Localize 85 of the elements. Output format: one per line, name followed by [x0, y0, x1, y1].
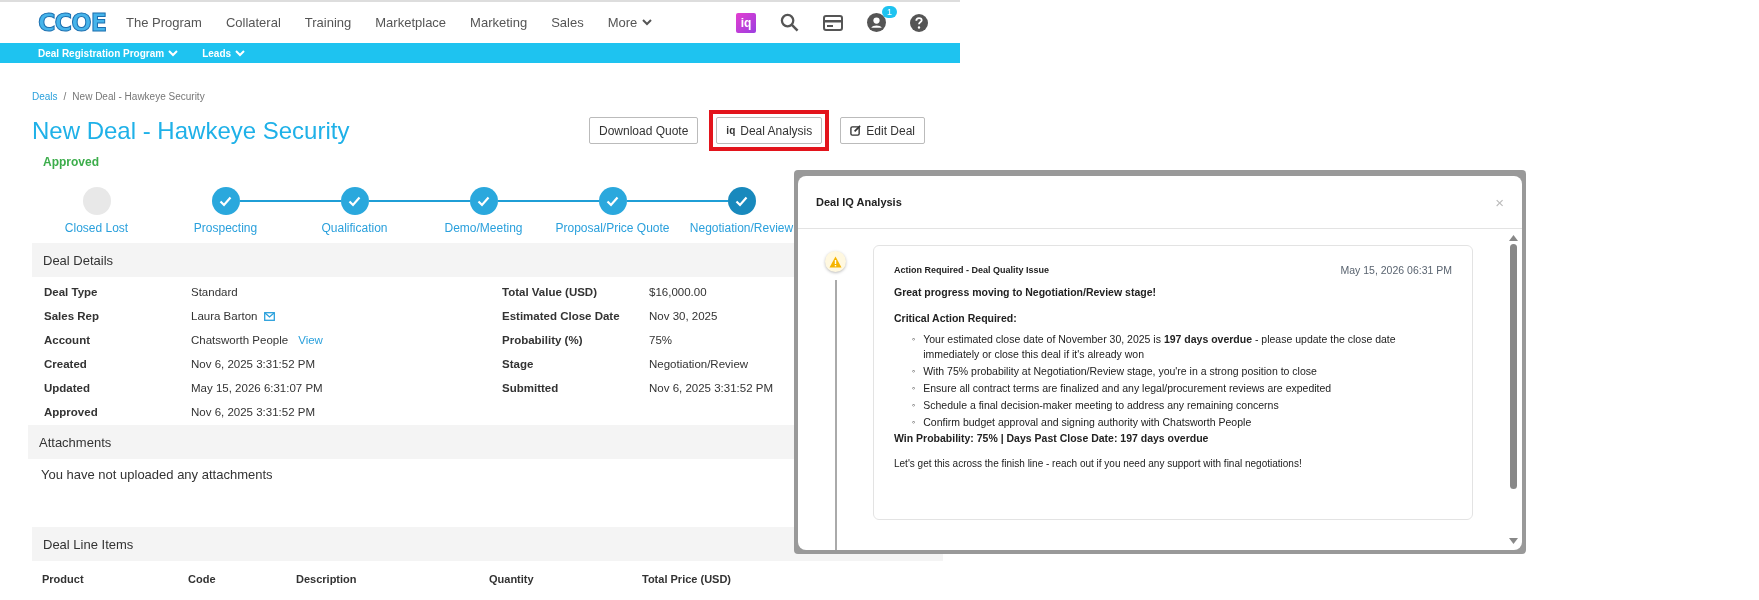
action-item: Ensure all contract terms are finalized and any legal/procurement reviews are expedited	[923, 381, 1332, 396]
check-icon	[735, 195, 748, 207]
field-value: Laura Barton	[191, 309, 258, 323]
stage-label: Prospecting	[193, 221, 258, 235]
action-item: Schedule a final decision-maker meeting to address any remaining concerns	[923, 398, 1279, 413]
field-label: Probability (%)	[502, 333, 584, 347]
status-label: Approved	[43, 155, 100, 169]
stage-label: Negotiation/Review	[689, 221, 794, 235]
column-header: Quantity	[489, 573, 535, 585]
stage-label: Demo/Meeting	[444, 221, 523, 235]
breadcrumb-current: New Deal - Hawkeye Security	[72, 91, 205, 102]
closing-text: Let's get this across the finish line - reach out if you need any support with final negotiations!	[894, 458, 1303, 469]
field-label: Account	[44, 333, 91, 347]
scroll-down-icon[interactable]	[1508, 538, 1518, 544]
warning-icon	[825, 251, 846, 272]
field-value: Nov 6, 2025 3:31:52 PM	[649, 381, 774, 395]
field-label: Stage	[502, 357, 535, 371]
section-heading: Critical Action Required:	[894, 312, 1018, 324]
empty-message: You have not uploaded any attachments	[41, 467, 273, 482]
summary-text: Win Probability: 75% | Days Past Close Date: 197 days overdue	[894, 432, 1210, 444]
greeting-text: Great progress moving to Negotiation/Review stage!	[894, 286, 1157, 298]
field-value: Nov 6, 2025 3:31:52 PM	[191, 357, 316, 371]
help-icon[interactable]	[910, 13, 928, 32]
edit-icon	[850, 125, 862, 136]
action-item: Your estimated close date of November 30, 2025 is 197 days overdue - please update the close date immediately or close this deal if it's already won	[923, 332, 1397, 362]
field-label: Deal Type	[44, 285, 99, 299]
chevron-down-icon	[642, 19, 653, 26]
stage-label: Closed Lost	[64, 221, 129, 235]
scrollbar[interactable]	[1508, 235, 1518, 544]
bullet-marker: ◦	[912, 333, 916, 346]
stage-label: Proposal/Price Quote	[555, 221, 670, 235]
field-value: Chatsworth People	[191, 333, 289, 347]
dialog-title: Deal IQ Analysis	[816, 196, 902, 208]
card-icon[interactable]	[823, 14, 843, 31]
mail-icon[interactable]	[263, 311, 275, 321]
stage-label: Qualification	[321, 221, 388, 235]
field-value: $16,000.00	[649, 285, 707, 299]
field-label: Approved	[44, 405, 99, 419]
field-value: Nov 6, 2025 3:31:52 PM	[191, 405, 316, 419]
field-value: Nov 30, 2025	[649, 309, 718, 323]
column-header: Product	[42, 573, 85, 585]
bullet-marker: ◦	[912, 382, 916, 395]
bullet-marker: ◦	[912, 399, 916, 412]
nav-link[interactable]: The Program	[126, 15, 202, 30]
nav-link[interactable]: Sales	[551, 15, 584, 30]
nav-link[interactable]: Collateral	[225, 15, 281, 30]
field-label: Submitted	[502, 381, 560, 395]
action-item: With 75% probability at Negotiation/Review stage, you're in a strong position to close	[923, 364, 1317, 379]
user-icon[interactable]	[867, 13, 886, 32]
bullet-marker: ◦	[912, 365, 916, 378]
field-value: Negotiation/Review	[649, 357, 749, 371]
check-icon	[348, 195, 361, 207]
column-header: Total Price (USD)	[642, 573, 733, 585]
entry-timestamp: May 15, 2026 06:31 PM	[1340, 264, 1452, 276]
field-label: Updated	[44, 381, 91, 395]
check-icon	[477, 195, 490, 207]
chevron-down-icon	[168, 49, 179, 57]
action-item: Confirm budget approval and signing authority with Chatsworth People	[923, 415, 1252, 430]
chevron-down-icon	[235, 49, 246, 57]
check-icon	[606, 195, 619, 207]
notification-count: 1	[882, 6, 897, 18]
nav-link[interactable]: Marketplace	[375, 15, 447, 30]
nav-link[interactable]: Marketing	[470, 15, 528, 30]
field-label: Estimated Close Date	[502, 309, 621, 323]
page-title: New Deal - Hawkeye Security	[32, 116, 350, 145]
bullet-marker: ◦	[912, 416, 916, 429]
nav-link[interactable]: More	[607, 15, 653, 30]
column-header: Code	[188, 573, 217, 585]
search-icon[interactable]	[780, 13, 799, 32]
iq-badge[interactable]: iq	[736, 12, 756, 33]
scroll-up-icon[interactable]	[1508, 235, 1518, 241]
action-button[interactable]: Edit Deal	[840, 117, 925, 144]
column-header: Description	[296, 573, 358, 585]
field-label: Sales Rep	[44, 309, 100, 323]
action-button[interactable]: iq Deal Analysis	[716, 117, 823, 144]
field-value: Standard	[191, 285, 238, 299]
iq-icon: iq	[726, 125, 736, 136]
nav-link[interactable]: Training	[304, 15, 352, 30]
breadcrumb-separator: /	[63, 91, 67, 102]
check-icon	[219, 195, 232, 207]
field-label: Total Value (USD)	[502, 285, 598, 299]
field-value: 75%	[649, 333, 673, 347]
field-value: May 15, 2026 6:31:07 PM	[191, 381, 323, 395]
action-button[interactable]: Download Quote	[588, 117, 699, 144]
field-label: Created	[44, 357, 88, 371]
